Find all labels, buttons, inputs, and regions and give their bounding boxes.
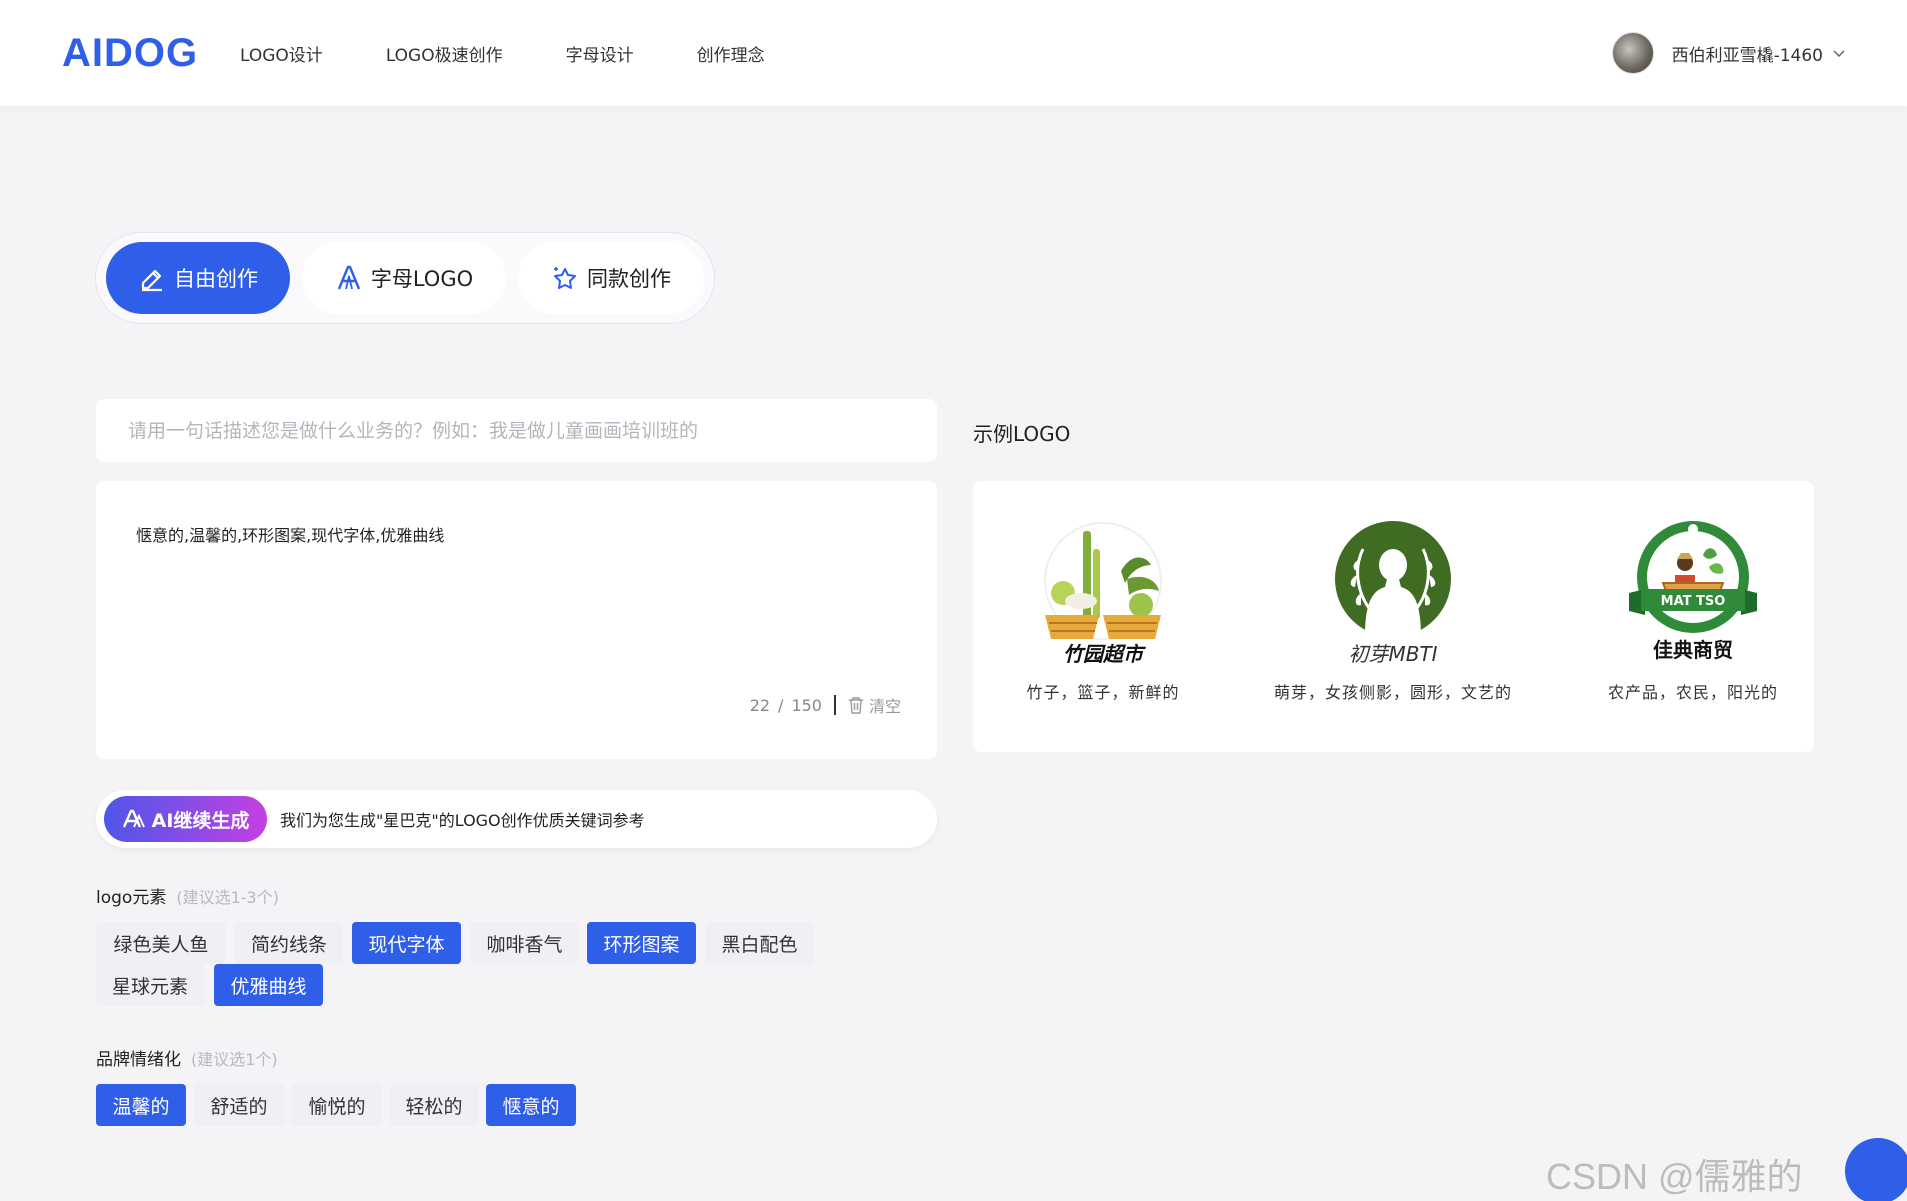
keywords-text: 惬意的,温馨的,环形图案,现代字体,优雅曲线 xyxy=(136,526,445,545)
bamboo-basket-logo-icon: 竹园超市 xyxy=(1044,522,1162,666)
top-header: AIDOG LOGO设计 LOGO极速创作 字母设计 创作理念 西伯利亚雪橇-1… xyxy=(0,0,1907,106)
brand-emotion-hint: (建议选1个) xyxy=(191,1050,278,1069)
tab-free-create[interactable]: 自由创作 xyxy=(106,242,290,314)
ai-continue-generate-button[interactable]: AI继续生成 xyxy=(104,796,267,842)
tab-free-create-label: 自由创作 xyxy=(174,267,258,291)
example-logo-title: 示例LOGO xyxy=(973,422,1071,446)
example-logo-name: 初芽MBTI xyxy=(1348,642,1437,666)
example-logo-badge: MAT TSO xyxy=(1661,594,1726,609)
tab-letter-logo-label: 字母LOGO xyxy=(370,267,474,291)
ai-logo-icon xyxy=(122,809,145,828)
tag-logo-element[interactable]: 星球元素 xyxy=(96,964,204,1006)
ai-continue-generate-label: AI继续生成 xyxy=(151,809,250,832)
star-sparkle-icon xyxy=(554,267,576,289)
tab-same-style-create-label: 同款创作 xyxy=(587,267,671,291)
brand-emotion-title: 品牌情绪化 xyxy=(96,1050,181,1070)
tag-logo-element[interactable]: 黑白配色 xyxy=(705,922,814,964)
tab-same-style-create[interactable]: 同款创作 xyxy=(518,242,704,314)
example-logo-panel: 竹园超市 竹子，篮子，新鲜的 初芽MBTI 萌芽，女孩侧影，圆形，文艺的 MAT… xyxy=(973,481,1814,752)
tag-brand-emotion[interactable]: 惬意的 xyxy=(486,1084,576,1126)
pen-edit-icon xyxy=(141,269,162,292)
logo-elements-hint: (建议选1-3个) xyxy=(176,888,279,907)
brand-logo[interactable]: AIDOG xyxy=(62,31,198,75)
char-count-divider: / xyxy=(778,695,784,715)
char-max: 150 xyxy=(791,695,822,715)
nav-creative-concept[interactable]: 创作理念 xyxy=(697,41,765,66)
tag-logo-element[interactable]: 环形图案 xyxy=(587,922,696,964)
char-counter: 22 / 150 清空 xyxy=(750,693,901,717)
example-logo-name: 竹园超市 xyxy=(1063,642,1146,666)
example-logo-caption: 萌芽，女孩侧影，圆形，文艺的 xyxy=(1273,683,1512,702)
example-logo-card[interactable]: 初芽MBTI 萌芽，女孩侧影，圆形，文艺的 xyxy=(1263,519,1523,703)
tag-logo-element[interactable]: 简约线条 xyxy=(235,922,343,964)
brand-emotion-label: 品牌情绪化 (建议选1个) xyxy=(96,1045,278,1070)
logo-elements-label: logo元素 (建议选1-3个) xyxy=(96,883,279,908)
tag-logo-element[interactable]: 优雅曲线 xyxy=(214,964,323,1006)
ai-suggest-bar: AI继续生成 我们为您生成"星巴克"的LOGO创作优质关键词参考 xyxy=(96,790,937,848)
nav-letter-design[interactable]: 字母设计 xyxy=(566,41,634,66)
tag-brand-emotion[interactable]: 轻松的 xyxy=(389,1084,479,1126)
clear-button[interactable]: 清空 xyxy=(848,693,901,717)
logo-elements-title: logo元素 xyxy=(96,888,167,908)
example-logo-card[interactable]: MAT TSO 佳典商贸 农产品，农民，阳光的 xyxy=(1563,519,1823,703)
girl-silhouette-logo-icon: 初芽MBTI xyxy=(1335,521,1451,666)
char-count: 22 xyxy=(749,695,771,715)
brand-logo-text: AIDOG xyxy=(62,30,199,75)
ai-hint-text: 我们为您生成"星巴克"的LOGO创作优质关键词参考 xyxy=(280,811,645,830)
avatar[interactable] xyxy=(1611,32,1654,74)
nav-logo-design[interactable]: LOGO设计 xyxy=(240,41,323,66)
tag-brand-emotion[interactable]: 舒适的 xyxy=(194,1084,284,1126)
tag-brand-emotion[interactable]: 愉悦的 xyxy=(292,1084,382,1126)
example-logo-card[interactable]: 竹园超市 竹子，篮子，新鲜的 xyxy=(973,519,1233,703)
trash-icon xyxy=(848,697,863,714)
chevron-down-icon xyxy=(1833,50,1845,58)
floating-help-button[interactable] xyxy=(1845,1138,1907,1201)
username: 西伯利亚雪橇-1460 xyxy=(1671,45,1823,66)
tag-logo-element[interactable]: 现代字体 xyxy=(352,922,461,964)
letter-a-icon xyxy=(337,265,360,290)
user-menu[interactable]: 西伯利亚雪橇-1460 xyxy=(1611,32,1845,74)
counter-separator xyxy=(833,695,836,715)
farmer-produce-logo-icon: MAT TSO 佳典商贸 xyxy=(1629,521,1757,662)
main-nav: LOGO设计 LOGO极速创作 字母设计 创作理念 xyxy=(240,0,828,106)
clear-label: 清空 xyxy=(868,697,901,716)
example-logo-caption: 农产品，农民，阳光的 xyxy=(1607,683,1778,702)
example-logo-caption: 竹子，篮子，新鲜的 xyxy=(1026,683,1180,702)
keywords-textarea[interactable]: 惬意的,温馨的,环形图案,现代字体,优雅曲线 22 / 150 清空 xyxy=(96,481,937,759)
tab-letter-logo[interactable]: 字母LOGO xyxy=(302,242,506,314)
mode-tab-group: 自由创作 字母LOGO 同款创作 xyxy=(95,232,715,324)
nav-logo-quick-create[interactable]: LOGO极速创作 xyxy=(386,41,503,66)
tag-brand-emotion[interactable]: 温馨的 xyxy=(96,1084,186,1126)
tag-logo-element[interactable]: 咖啡香气 xyxy=(470,922,579,964)
tag-logo-element[interactable]: 绿色美人鱼 xyxy=(96,922,226,964)
business-description-input[interactable] xyxy=(96,399,937,462)
example-logo-name: 佳典商贸 xyxy=(1653,638,1733,662)
